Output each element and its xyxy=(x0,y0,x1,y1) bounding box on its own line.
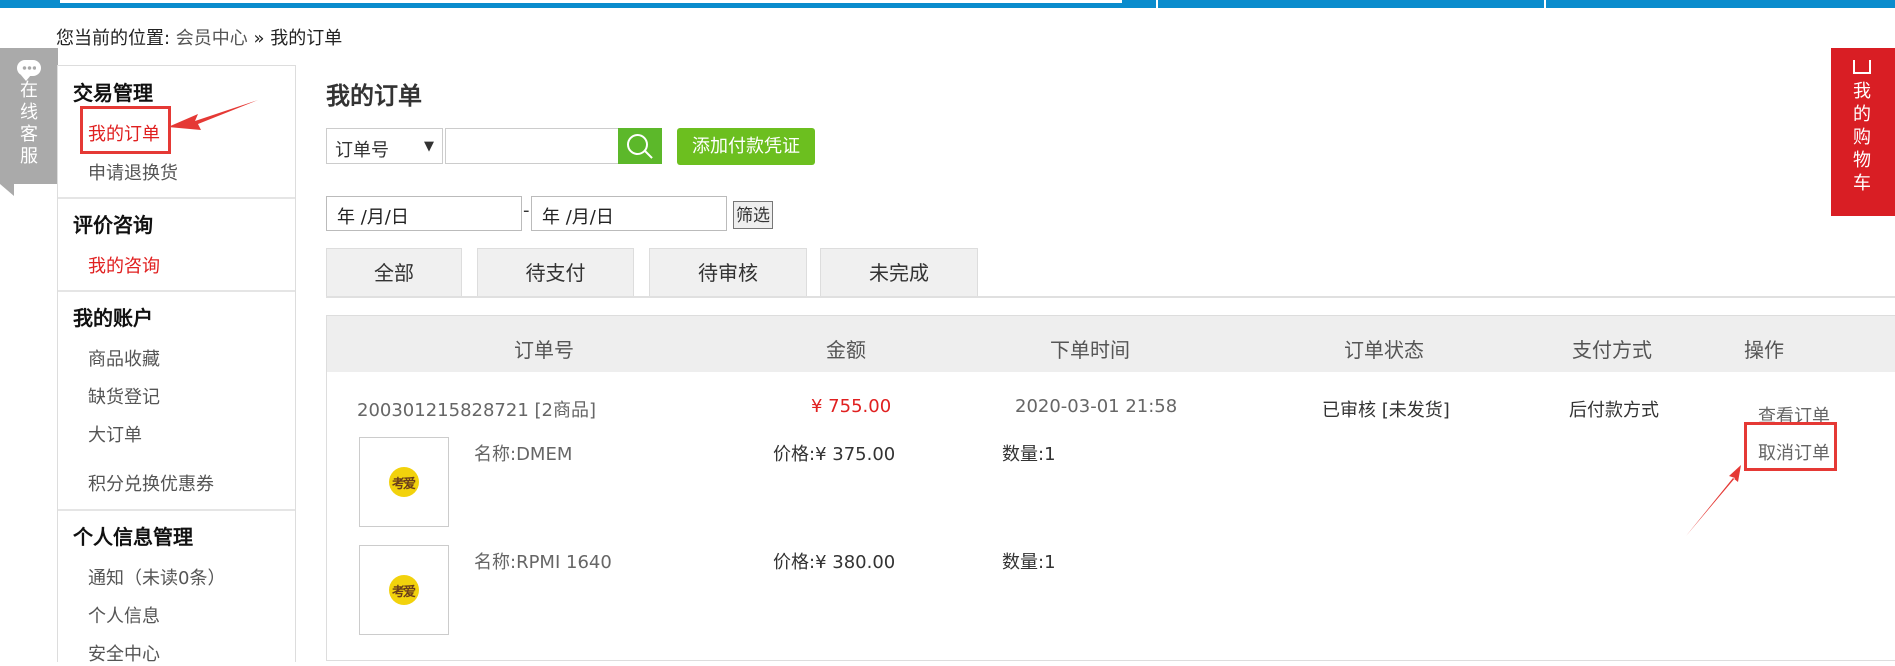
breadcrumb-separator: » xyxy=(247,28,271,49)
sidebar-item-security-center[interactable]: 安全中心 xyxy=(88,640,160,666)
breadcrumb-current: 我的订单 xyxy=(270,28,343,49)
product-name: 名称:RPMI 1640 xyxy=(474,552,612,573)
sidebar-group-trade: 交易管理 xyxy=(73,81,153,105)
member-sidebar: 交易管理 我的订单 申请退换货 评价咨询 我的咨询 我的账户 商品收藏 缺货登记… xyxy=(57,65,296,665)
tab-pending-payment[interactable]: 待支付 xyxy=(477,248,634,296)
search-type-select[interactable]: 订单号 ▼ xyxy=(326,128,443,164)
date-range-dash: - xyxy=(523,200,530,221)
order-payment-method: 后付款方式 xyxy=(1569,400,1659,421)
cart-icon xyxy=(1853,60,1871,74)
page-title: 我的订单 xyxy=(326,82,422,110)
dropdown-arrow-icon: ▼ xyxy=(424,139,434,154)
sidebar-item-favorites[interactable]: 商品收藏 xyxy=(88,345,160,371)
column-header-order-time: 下单时间 xyxy=(1050,338,1130,362)
order-status: 已审核 [未发货] xyxy=(1322,400,1450,421)
tab-pending-review[interactable]: 待审核 xyxy=(649,248,807,296)
sidebar-group-account: 我的账户 xyxy=(73,306,153,330)
sidebar-item-my-inquiries[interactable]: 我的咨询 xyxy=(88,252,160,278)
online-service-label: 在线客服 xyxy=(20,80,38,167)
search-input[interactable] xyxy=(445,128,619,164)
search-icon-handle xyxy=(644,150,653,159)
order-time: 2020-03-01 21:58 xyxy=(1015,396,1178,417)
sidebar-item-out-of-stock[interactable]: 缺货登记 xyxy=(88,383,160,409)
column-header-amount: 金额 xyxy=(826,338,866,362)
sidebar-item-return-exchange[interactable]: 申请退换货 xyxy=(88,159,178,185)
brand-logo: 考爱 xyxy=(389,575,419,605)
sidebar-group-review: 评价咨询 xyxy=(73,213,153,237)
sidebar-divider xyxy=(58,197,295,199)
product-name: 名称:DMEM xyxy=(474,444,573,465)
column-header-payment: 支付方式 xyxy=(1572,338,1652,362)
breadcrumb: 您当前的位置: 会员中心 » 我的订单 xyxy=(56,24,342,50)
order-amount: ¥ 755.00 xyxy=(811,396,892,417)
top-bar-separator xyxy=(1156,0,1158,8)
sidebar-group-personal: 个人信息管理 xyxy=(73,525,193,549)
chat-bubble-icon xyxy=(17,60,41,81)
filter-button[interactable]: 筛选 xyxy=(733,201,773,229)
annotation-highlight-box xyxy=(80,106,171,154)
top-bar-separator xyxy=(1544,0,1546,8)
sidebar-item-personal-info[interactable]: 个人信息 xyxy=(88,602,160,628)
top-bar xyxy=(0,0,1895,8)
sidebar-item-points-coupon[interactable]: 积分兑换优惠券 xyxy=(88,470,214,496)
sidebar-divider xyxy=(58,290,295,292)
column-header-status: 订单状态 xyxy=(1344,338,1424,362)
sidebar-item-large-order[interactable]: 大订单 xyxy=(88,421,142,447)
column-header-actions: 操作 xyxy=(1744,338,1784,362)
product-price: 价格:¥ 380.00 xyxy=(773,552,896,573)
product-thumbnail[interactable]: 考爱 xyxy=(359,545,449,635)
breadcrumb-prefix: 您当前的位置: xyxy=(56,28,176,49)
table-header: 订单号 金额 下单时间 订单状态 支付方式 操作 xyxy=(327,316,1895,372)
search-button[interactable] xyxy=(618,128,662,164)
product-quantity: 数量:1 xyxy=(1002,552,1056,573)
date-to-input[interactable]: 年 /月/日 xyxy=(531,196,727,231)
shopping-cart-widget[interactable]: 我的购物车 xyxy=(1831,48,1895,216)
product-price: 价格:¥ 375.00 xyxy=(773,444,896,465)
top-bar-highlight xyxy=(60,0,1122,3)
search-type-value: 订单号 xyxy=(335,140,389,161)
tab-incomplete[interactable]: 未完成 xyxy=(820,248,978,296)
shopping-cart-label: 我的购物车 xyxy=(1853,81,1871,194)
tabs-underline xyxy=(326,296,1895,298)
sidebar-item-notifications[interactable]: 通知（未读0条） xyxy=(88,564,225,590)
breadcrumb-home-link[interactable]: 会员中心 xyxy=(176,28,248,49)
product-thumbnail[interactable]: 考爱 xyxy=(359,437,449,527)
sidebar-divider xyxy=(58,509,295,511)
online-service-widget[interactable]: 在线客服 xyxy=(0,48,58,184)
column-header-order-no: 订单号 xyxy=(514,338,574,362)
product-quantity: 数量:1 xyxy=(1002,444,1056,465)
brand-logo: 考爱 xyxy=(389,467,419,497)
date-from-input[interactable]: 年 /月/日 xyxy=(326,196,522,231)
tab-all[interactable]: 全部 xyxy=(326,248,462,296)
online-service-tail xyxy=(0,184,14,196)
order-number: 200301215828721 [2商品] xyxy=(357,400,597,421)
annotation-highlight-box xyxy=(1744,422,1837,471)
add-payment-proof-button[interactable]: 添加付款凭证 xyxy=(677,128,815,165)
orders-table: 订单号 金额 下单时间 订单状态 支付方式 操作 200301215828721… xyxy=(326,315,1895,661)
